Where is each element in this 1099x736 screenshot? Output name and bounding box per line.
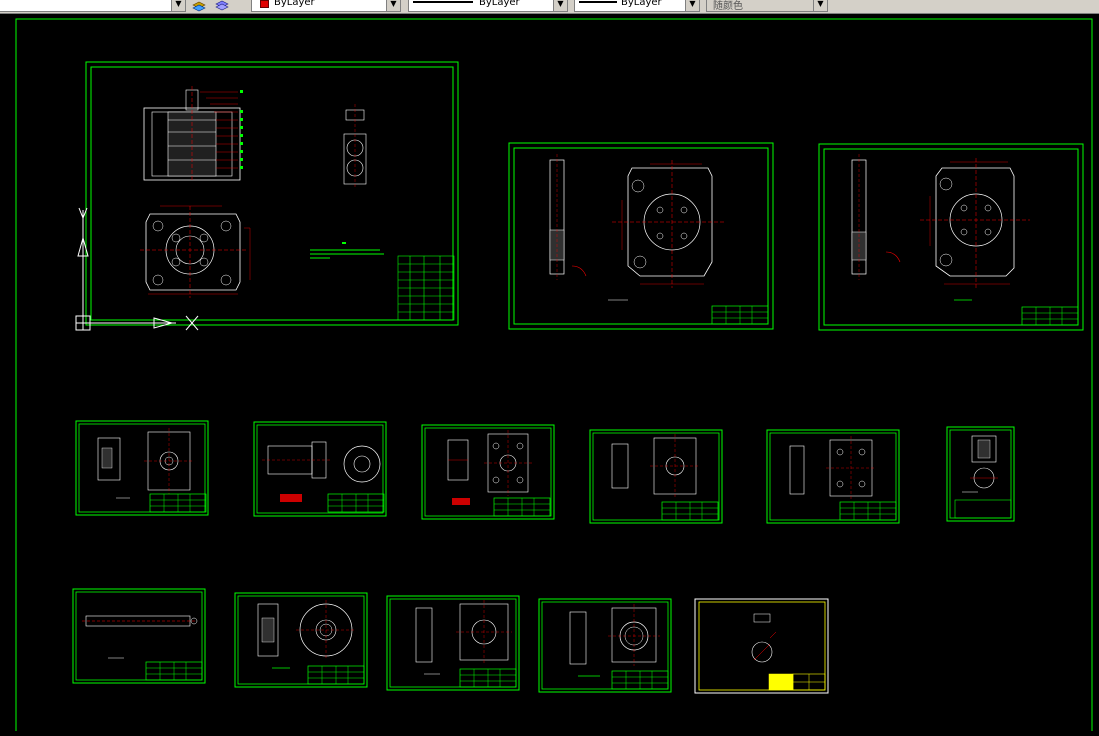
sheet-part-10[interactable]: [538, 598, 672, 693]
linetype-dropdown[interactable]: ByLayer ▼: [408, 0, 568, 12]
sheet-part-1[interactable]: [75, 420, 209, 516]
chevron-down-icon[interactable]: ▼: [685, 0, 699, 11]
lineweight-dropdown[interactable]: ByLayer ▼: [574, 0, 700, 12]
sheet-part-9[interactable]: [386, 595, 520, 691]
linetype-preview-icon: [413, 1, 473, 3]
sheet-assembly[interactable]: [85, 61, 459, 326]
assembly-front-view: [143, 86, 243, 182]
layer-dropdown[interactable]: ▼: [0, 0, 186, 12]
sheet-part-6[interactable]: [946, 426, 1015, 522]
sheet-part-7[interactable]: [72, 588, 206, 684]
assembly-top-view: [140, 205, 251, 298]
sheet-part-5[interactable]: [766, 429, 900, 524]
chevron-down-icon[interactable]: ▼: [386, 0, 400, 11]
sheet-plate-1[interactable]: [508, 142, 774, 330]
make-layer-current-icon[interactable]: [191, 0, 207, 12]
sheet-part-3[interactable]: [421, 424, 555, 520]
lineweight-preview-icon: [579, 1, 617, 3]
color-swatch-icon: [260, 0, 269, 8]
sheet-part-4[interactable]: [589, 429, 723, 524]
sheet-part-2[interactable]: [253, 421, 387, 517]
chevron-down-icon[interactable]: ▼: [171, 0, 185, 11]
chevron-down-icon[interactable]: ▼: [813, 0, 827, 11]
layer-previous-icon[interactable]: [214, 0, 230, 12]
sheet-part-8[interactable]: [234, 592, 368, 688]
sheet-plate-2[interactable]: [818, 143, 1084, 331]
plotstyle-dropdown[interactable]: 随颜色 ▼: [706, 0, 828, 12]
assembly-part-detail: [343, 104, 367, 188]
chevron-down-icon[interactable]: ▼: [553, 0, 567, 11]
assembly-title-block: [397, 255, 455, 321]
properties-toolbar: ▼ ByLayer ▼ ByLayer ▼ ByLayer ▼ 随颜色 ▼: [0, 0, 1099, 14]
color-dropdown[interactable]: ByLayer ▼: [251, 0, 401, 12]
ucs-icon: [75, 207, 199, 331]
drawing-canvas[interactable]: [0, 14, 1099, 736]
model-space[interactable]: [0, 14, 1099, 736]
sheet-part-11[interactable]: [694, 598, 829, 694]
